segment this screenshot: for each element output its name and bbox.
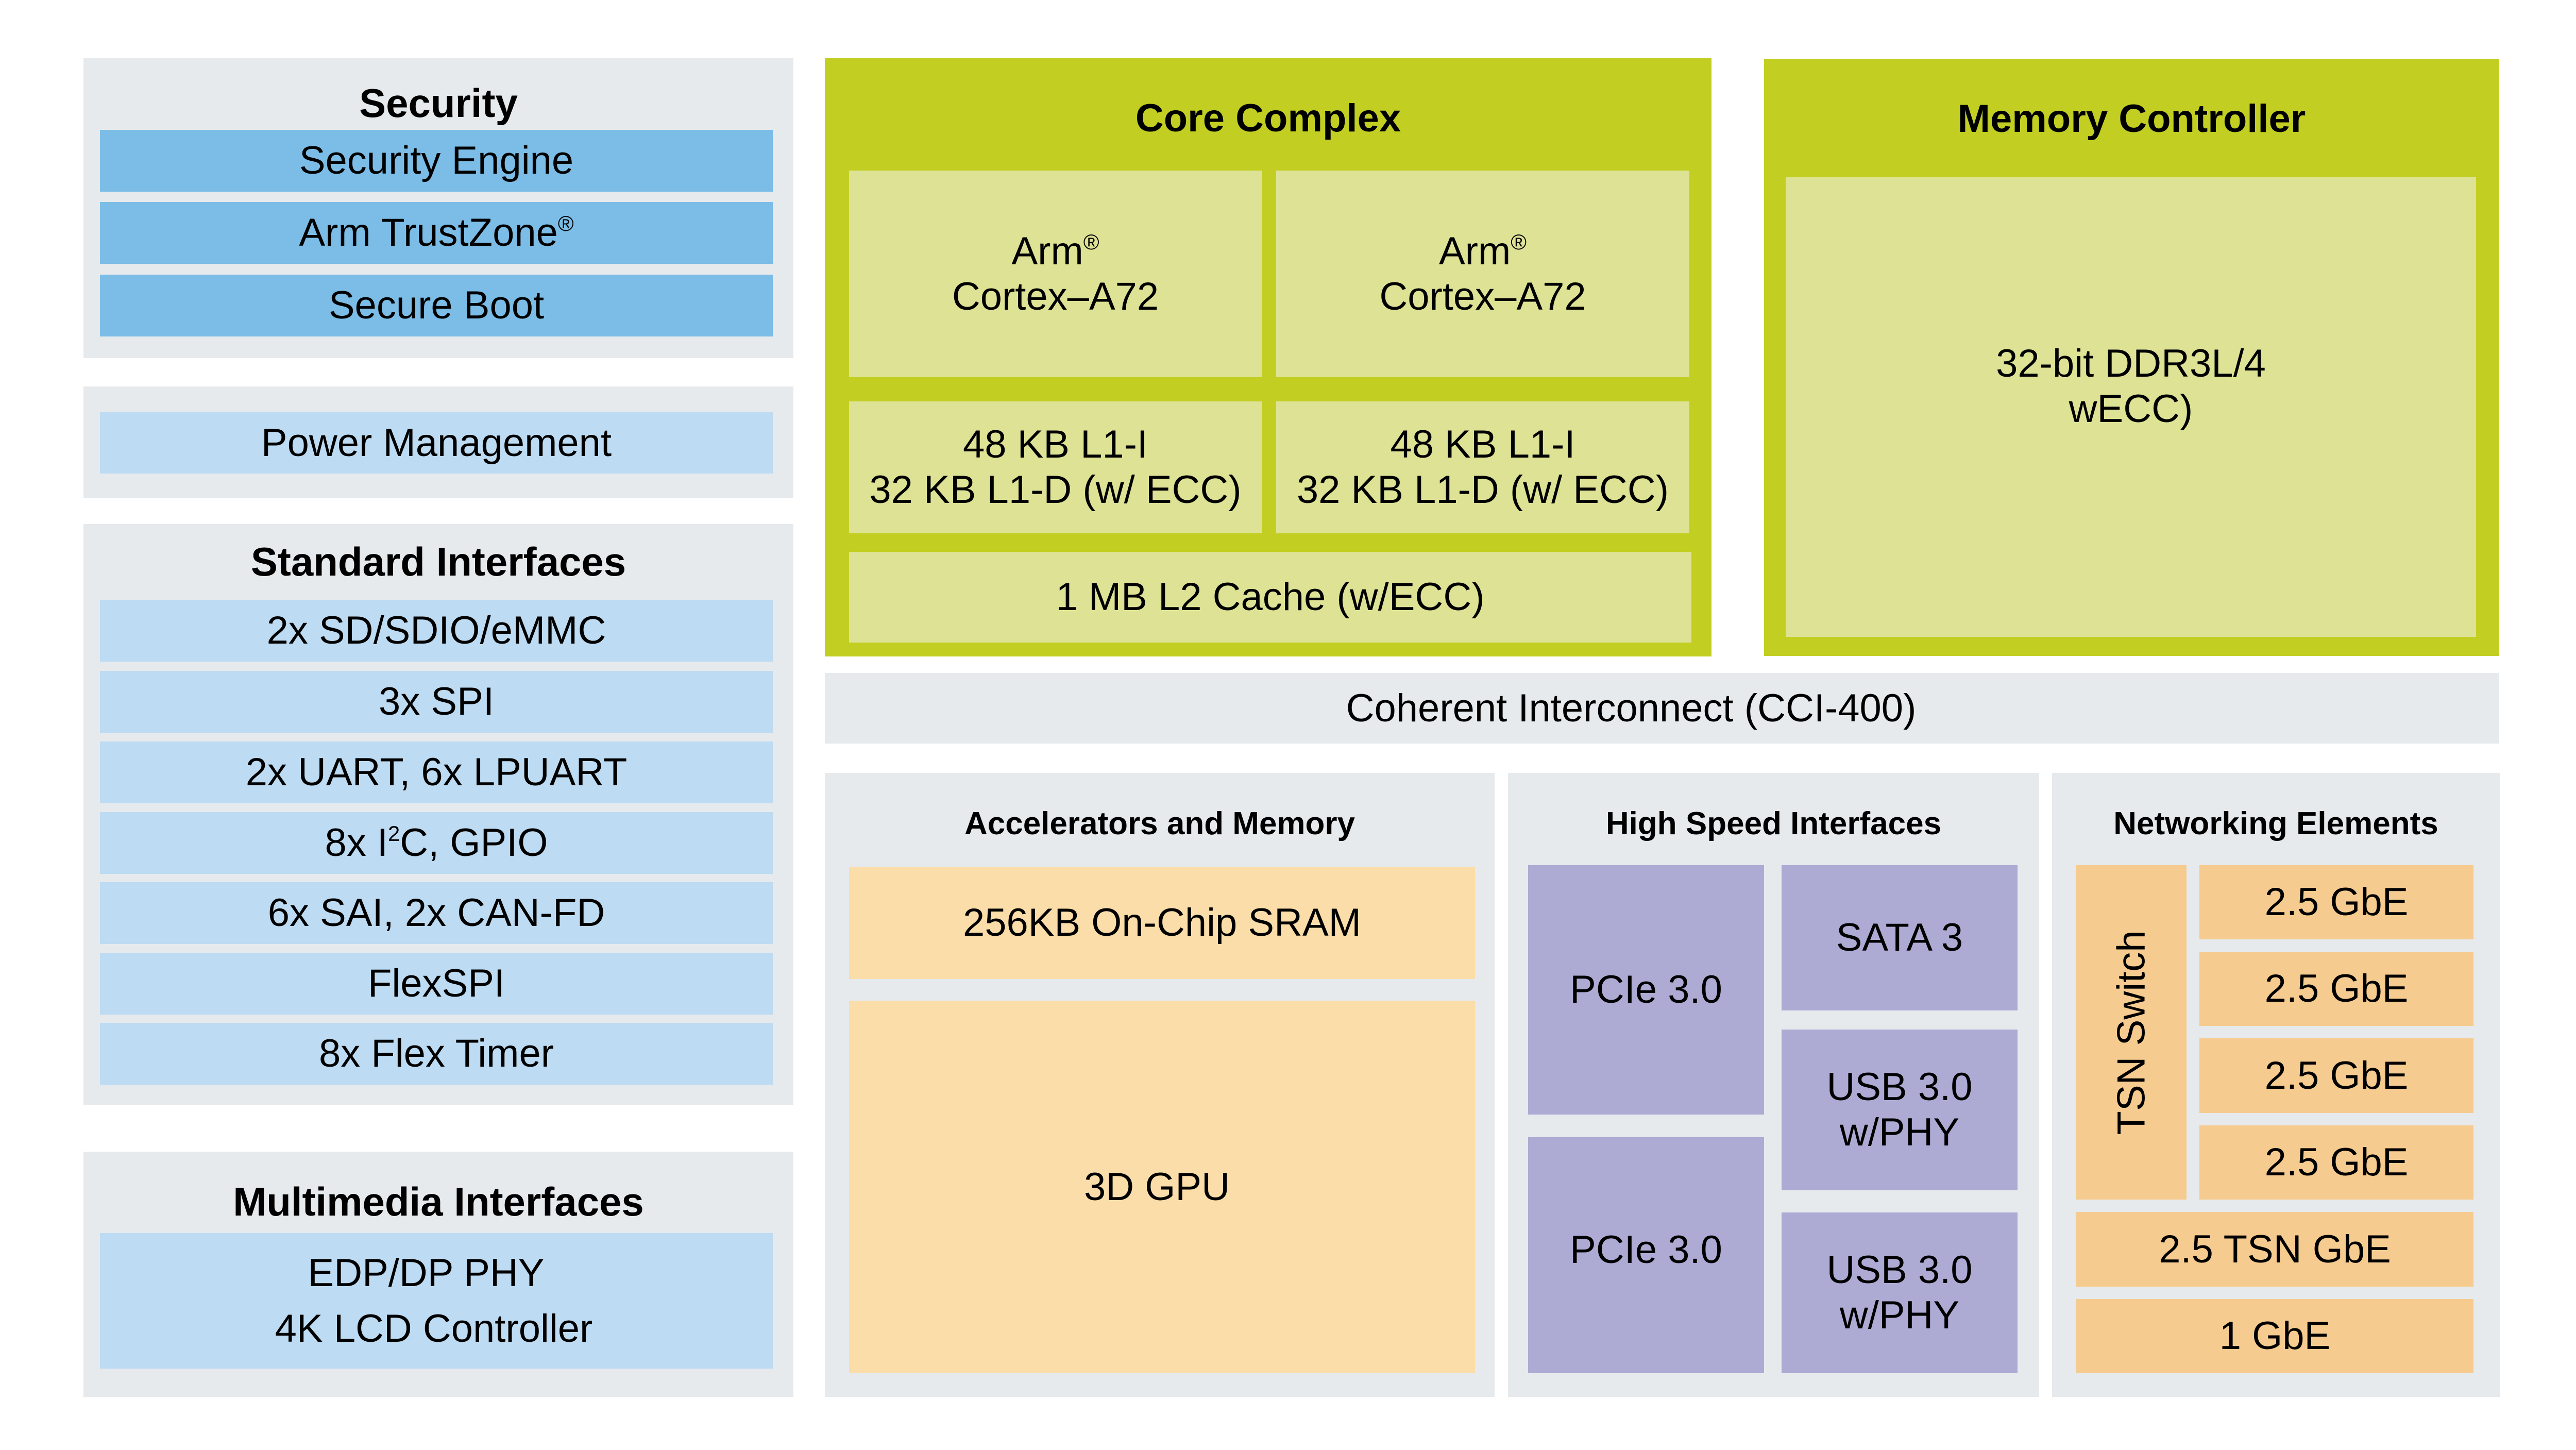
security-title: Security xyxy=(359,80,518,126)
usb-label: USB 3.0 xyxy=(1826,1248,1973,1292)
flex-timer-block[interactable]: 8x Flex Timer xyxy=(100,1023,773,1085)
usb-block-1[interactable]: USB 3.0 w/PHY xyxy=(1782,1030,2018,1190)
pcie-block-1[interactable]: PCIe 3.0 xyxy=(1528,865,1764,1115)
usb-phy-label: w/PHY xyxy=(1839,1110,1960,1154)
sata-block[interactable]: SATA 3 xyxy=(1782,865,2018,1010)
interface-label: FlexSPI xyxy=(367,962,505,1005)
trustzone-label: Arm TrustZone® xyxy=(299,211,574,255)
cortex-a72-core-1[interactable]: Arm® Cortex–A72 xyxy=(849,171,1262,377)
core-complex-title: Core Complex xyxy=(1135,96,1401,140)
l1-d-label: 32 KB L1-D (w/ ECC) xyxy=(1296,468,1669,512)
ddr-ecc-label: wECC) xyxy=(2069,387,2193,431)
gbe-port-1[interactable]: 2.5 GbE xyxy=(2199,865,2473,939)
pcie-label: PCIe 3.0 xyxy=(1570,1228,1722,1272)
gbe-port-4[interactable]: 2.5 GbE xyxy=(2199,1125,2473,1200)
sram-label: 256KB On-Chip SRAM xyxy=(963,901,1361,945)
power-management-block[interactable]: Power Management xyxy=(100,412,773,474)
gbe-port-2[interactable]: 2.5 GbE xyxy=(2199,952,2473,1026)
interface-label: 2x SD/SDIO/eMMC xyxy=(266,609,606,652)
pcie-block-2[interactable]: PCIe 3.0 xyxy=(1528,1137,1764,1373)
lcd-controller-label: 4K LCD Controller xyxy=(275,1306,593,1351)
multimedia-title: Multimedia Interfaces xyxy=(233,1179,644,1224)
coherent-interconnect-label: Coherent Interconnect (CCI-400) xyxy=(1346,686,1917,730)
edp-dp-phy-label: EDP/DP PHY xyxy=(308,1251,545,1295)
core-name-label: Cortex–A72 xyxy=(952,274,1159,318)
cortex-a72-core-2[interactable]: Arm® Cortex–A72 xyxy=(1276,171,1689,377)
pcie-label: PCIe 3.0 xyxy=(1570,968,1722,1011)
sai-can-fd-block[interactable]: 6x SAI, 2x CAN-FD xyxy=(100,882,773,944)
ddr-block[interactable]: 32-bit DDR3L/4 wECC) xyxy=(1786,177,2476,637)
core-name-label: Cortex–A72 xyxy=(1379,274,1586,318)
i2c-gpio-block[interactable]: 8x I2C, GPIO xyxy=(100,812,773,874)
interface-label: 8x Flex Timer xyxy=(318,1032,554,1075)
networking-title: Networking Elements xyxy=(2113,806,2438,841)
tsn-gbe-label: 2.5 TSN GbE xyxy=(2159,1227,2391,1271)
coherent-interconnect-bar[interactable]: Coherent Interconnect (CCI-400) xyxy=(825,673,2499,744)
security-engine-block[interactable]: Security Engine xyxy=(100,130,773,192)
accelerators-title: Accelerators and Memory xyxy=(964,806,1355,841)
gbe-port-label: 2.5 GbE xyxy=(2264,967,2409,1010)
usb-phy-label: w/PHY xyxy=(1839,1293,1960,1337)
sram-block[interactable]: 256KB On-Chip SRAM xyxy=(849,867,1475,979)
usb-label: USB 3.0 xyxy=(1826,1065,1973,1109)
usb-block-2[interactable]: USB 3.0 w/PHY xyxy=(1782,1212,2018,1373)
l2-cache-label: 1 MB L2 Cache (w/ECC) xyxy=(1056,575,1485,619)
l1-d-label: 32 KB L1-D (w/ ECC) xyxy=(869,468,1242,512)
standard-interfaces-title: Standard Interfaces xyxy=(250,539,626,584)
l1-i-label: 48 KB L1-I xyxy=(1390,423,1575,466)
interface-label: 6x SAI, 2x CAN-FD xyxy=(267,891,605,935)
spi-block[interactable]: 3x SPI xyxy=(100,671,773,733)
power-management-label: Power Management xyxy=(261,420,612,465)
gbe-1-block[interactable]: 1 GbE xyxy=(2076,1299,2473,1373)
flexspi-block[interactable]: FlexSPI xyxy=(100,953,773,1015)
uart-block[interactable]: 2x UART, 6x LPUART xyxy=(100,741,773,803)
l1-cache-core-1[interactable]: 48 KB L1-I 32 KB L1-D (w/ ECC) xyxy=(849,401,1262,533)
l1-i-label: 48 KB L1-I xyxy=(962,423,1148,466)
interface-label: 8x I2C, GPIO xyxy=(325,821,548,865)
secure-boot-block[interactable]: Secure Boot xyxy=(100,275,773,336)
gbe-port-label: 2.5 GbE xyxy=(2264,1053,2409,1098)
sd-sdio-emmc-block[interactable]: 2x SD/SDIO/eMMC xyxy=(100,600,773,662)
security-engine-label: Security Engine xyxy=(299,139,574,182)
l1-cache-core-2[interactable]: 48 KB L1-I 32 KB L1-D (w/ ECC) xyxy=(1276,401,1689,533)
interface-label: 2x UART, 6x LPUART xyxy=(245,750,628,794)
sata-label: SATA 3 xyxy=(1836,916,1963,959)
high-speed-title: High Speed Interfaces xyxy=(1605,806,1942,841)
core-brand-label: Arm® xyxy=(1011,229,1099,273)
secure-boot-label: Secure Boot xyxy=(328,283,545,327)
gpu-label: 3D GPU xyxy=(1084,1165,1230,1209)
interface-label: 3x SPI xyxy=(379,680,494,723)
gbe-port-label: 2.5 GbE xyxy=(2264,880,2409,924)
core-brand-label: Arm® xyxy=(1438,229,1527,273)
trustzone-block[interactable]: Arm TrustZone® xyxy=(100,202,773,264)
ddr-type-label: 32-bit DDR3L/4 xyxy=(1996,342,2266,385)
gbe-1-label: 1 GbE xyxy=(2219,1314,2331,1358)
tsn-gbe-block[interactable]: 2.5 TSN GbE xyxy=(2076,1212,2473,1287)
display-block[interactable]: EDP/DP PHY 4K LCD Controller xyxy=(100,1233,773,1369)
gbe-port-label: 2.5 GbE xyxy=(2264,1140,2409,1184)
memory-controller-title: Memory Controller xyxy=(1957,97,2306,141)
gpu-block[interactable]: 3D GPU xyxy=(849,1001,1475,1373)
tsn-switch-block[interactable]: TSN Switch xyxy=(2076,865,2187,1200)
l2-cache-block[interactable]: 1 MB L2 Cache (w/ECC) xyxy=(849,552,1691,643)
tsn-switch-label: TSN Switch xyxy=(2109,930,2153,1135)
gbe-port-3[interactable]: 2.5 GbE xyxy=(2199,1038,2473,1113)
